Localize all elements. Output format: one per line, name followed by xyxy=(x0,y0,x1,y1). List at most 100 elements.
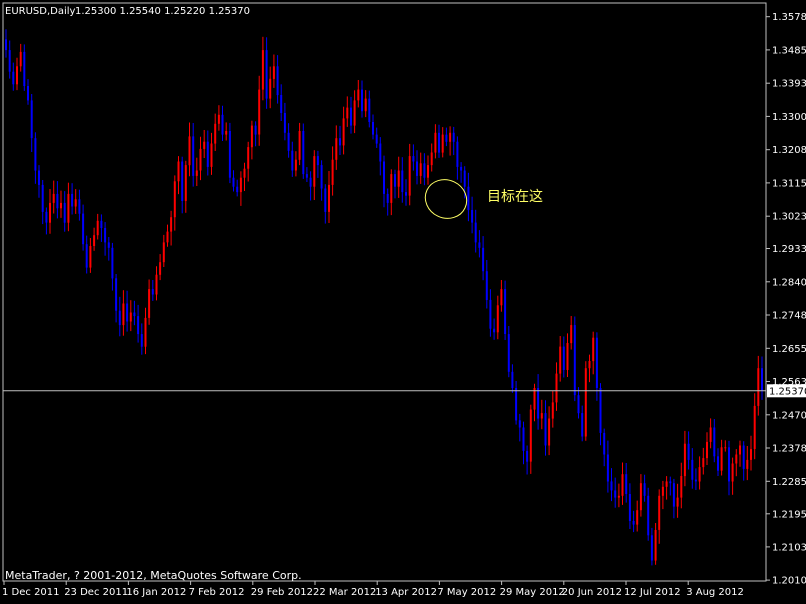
candle-body xyxy=(449,132,452,142)
time-tick-label: 7 May 2012 xyxy=(437,587,496,598)
candle-body xyxy=(489,299,492,329)
candle-body xyxy=(115,278,118,311)
candle-body xyxy=(67,193,70,223)
candle-body xyxy=(694,479,697,482)
candle-body xyxy=(126,303,129,322)
candle-body xyxy=(151,289,154,295)
candle-body xyxy=(8,50,11,72)
price-tick-label: 1.22855 xyxy=(772,477,806,488)
candle-body xyxy=(687,443,690,460)
candle-body xyxy=(702,458,705,468)
candle-body xyxy=(324,188,327,212)
candle-body xyxy=(192,136,195,176)
candle-body xyxy=(595,337,598,388)
ohlc-readout: 1.25300 1.25540 1.25220 1.25370 xyxy=(75,6,250,17)
candle-body xyxy=(346,107,349,119)
candle-body xyxy=(177,161,180,182)
candle-body xyxy=(236,186,239,193)
candle-body xyxy=(548,418,551,446)
time-tick-label: 1 Dec 2011 xyxy=(2,587,60,598)
candle-body xyxy=(272,66,275,79)
price-tick-label: 1.32080 xyxy=(772,145,806,156)
candle-body xyxy=(753,405,756,449)
chart-background xyxy=(0,0,806,600)
candle-body xyxy=(460,166,463,171)
price-tick-label: 1.31155 xyxy=(772,178,806,189)
candle-body xyxy=(170,217,173,232)
candle-body xyxy=(676,497,679,507)
candle-body xyxy=(291,150,294,171)
candle-body xyxy=(247,147,250,169)
candle-body xyxy=(698,467,701,482)
candle-body xyxy=(544,413,547,446)
candle-body xyxy=(452,132,455,142)
candle-body xyxy=(672,483,675,507)
candle-body xyxy=(647,495,650,536)
candle-body xyxy=(107,242,110,248)
candle-body xyxy=(383,161,385,194)
candle-body xyxy=(350,107,352,126)
candle-body xyxy=(562,346,565,370)
candle-body xyxy=(276,66,279,96)
candle-body xyxy=(71,193,74,207)
candle-body xyxy=(320,165,323,189)
candle-body xyxy=(118,310,121,326)
candle-body xyxy=(628,494,631,521)
candle-body xyxy=(735,454,738,464)
candle-body xyxy=(713,427,716,457)
candle-body xyxy=(199,148,202,171)
candle-body xyxy=(335,138,338,160)
candle-body xyxy=(63,202,66,223)
candle-body xyxy=(438,132,440,153)
candle-body xyxy=(155,274,158,295)
candle-body xyxy=(104,228,107,243)
candle-body xyxy=(746,459,749,469)
candle-body xyxy=(217,114,220,124)
candle-body xyxy=(19,51,22,67)
candle-body xyxy=(225,131,228,135)
candle-body xyxy=(570,325,573,344)
candle-body xyxy=(287,132,290,151)
candle-body xyxy=(416,161,418,176)
candle-body xyxy=(100,220,103,228)
candle-body xyxy=(386,193,389,203)
candle-body xyxy=(364,98,367,112)
candle-body xyxy=(331,159,334,185)
candle-body xyxy=(757,368,760,406)
candle-body xyxy=(658,495,661,530)
candle-body xyxy=(750,449,752,460)
candle-body xyxy=(162,242,165,263)
candle-body xyxy=(610,481,613,491)
candle-body xyxy=(761,368,763,391)
annotation-label: 目标在这 xyxy=(487,188,543,205)
candle-body xyxy=(588,361,591,369)
candle-body xyxy=(214,123,217,144)
candle-body xyxy=(129,312,132,322)
candle-body xyxy=(111,247,114,279)
candle-body xyxy=(706,441,708,459)
candle-body xyxy=(353,100,356,126)
candle-body xyxy=(269,78,272,99)
candle-body xyxy=(456,141,459,167)
candle-body xyxy=(397,170,400,187)
candle-body xyxy=(78,199,81,214)
candle-body xyxy=(434,132,437,153)
candle-body xyxy=(717,456,719,471)
time-tick-label: 23 Dec 2011 xyxy=(64,587,128,598)
candle-body xyxy=(122,303,125,326)
candle-body xyxy=(724,447,727,449)
candle-body xyxy=(441,134,444,153)
time-tick-label: 29 Feb 2012 xyxy=(251,587,313,598)
candle-body xyxy=(485,271,488,300)
candle-body xyxy=(12,71,15,85)
candle-body xyxy=(38,170,40,185)
candle-body xyxy=(427,165,429,178)
candle-body xyxy=(478,242,481,248)
candle-body xyxy=(504,289,507,334)
candle-body xyxy=(540,413,543,419)
candle-body xyxy=(500,289,503,306)
price-tick-label: 1.34855 xyxy=(772,45,806,56)
candle-body xyxy=(159,262,162,275)
candle-body xyxy=(390,174,393,203)
candle-body xyxy=(379,143,382,162)
